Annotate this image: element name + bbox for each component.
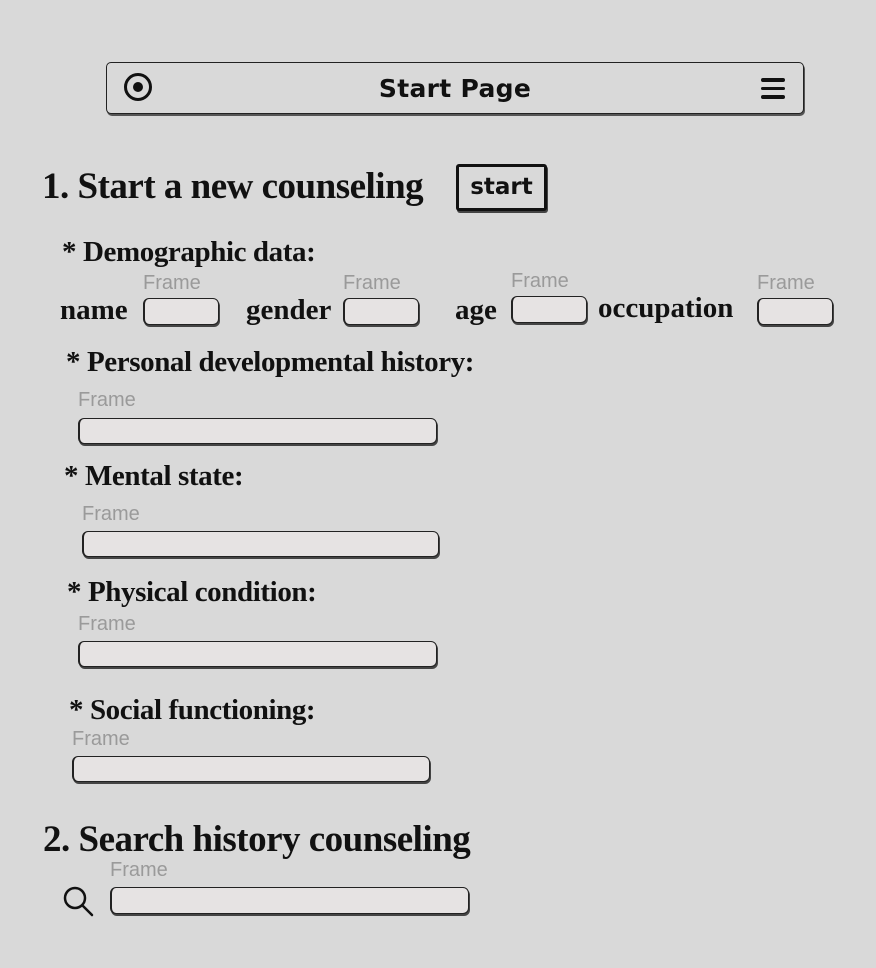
physical-input[interactable] xyxy=(78,641,437,667)
social-frame-caption: Frame xyxy=(72,728,130,750)
history-title: * Personal developmental history: xyxy=(66,346,475,378)
physical-title: * Physical condition: xyxy=(67,576,317,608)
name-frame-caption: Frame xyxy=(143,272,201,294)
menu-icon[interactable] xyxy=(761,78,785,99)
search-input[interactable] xyxy=(110,887,469,914)
search-icon[interactable] xyxy=(62,885,96,919)
gender-frame-caption: Frame xyxy=(343,272,401,294)
mental-title: * Mental state: xyxy=(64,460,244,492)
occupation-input[interactable] xyxy=(757,298,833,325)
age-input[interactable] xyxy=(511,296,587,323)
history-frame-caption: Frame xyxy=(78,389,136,411)
social-title: * Social functioning: xyxy=(69,694,316,726)
occupation-frame-caption: Frame xyxy=(757,272,815,294)
age-frame-caption: Frame xyxy=(511,270,569,292)
search-frame-caption: Frame xyxy=(110,859,168,881)
page-title: Start Page xyxy=(378,74,532,103)
mental-frame-caption: Frame xyxy=(82,503,140,525)
section-new-counseling-title: 1. Start a new counseling xyxy=(42,166,424,207)
gender-label: gender xyxy=(246,294,332,326)
section-search-history-title: 2. Search history counseling xyxy=(43,819,471,860)
physical-frame-caption: Frame xyxy=(78,613,136,635)
demographic-title: * Demographic data: xyxy=(62,236,316,268)
social-input[interactable] xyxy=(72,756,430,782)
name-label: name xyxy=(60,294,128,326)
gender-input[interactable] xyxy=(343,298,419,325)
start-button[interactable]: start xyxy=(456,164,547,211)
mental-input[interactable] xyxy=(82,531,439,557)
occupation-label: occupation xyxy=(598,292,734,324)
name-input[interactable] xyxy=(143,298,219,325)
top-bar: Start Page xyxy=(106,62,804,114)
history-input[interactable] xyxy=(78,418,437,444)
age-label: age xyxy=(455,294,497,326)
